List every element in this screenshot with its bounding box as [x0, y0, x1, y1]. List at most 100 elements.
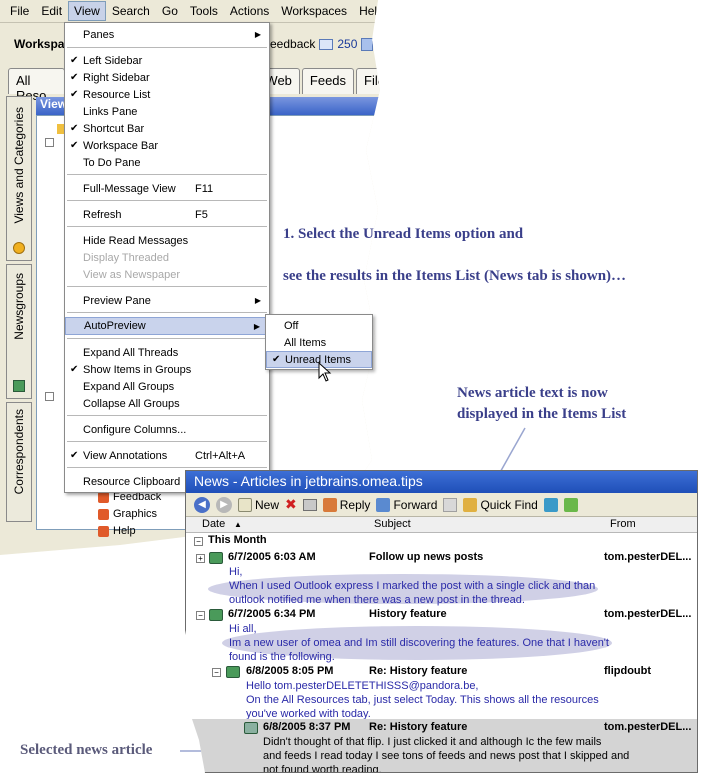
menu-view[interactable]: View [68, 1, 106, 21]
thread-expand-icon[interactable]: + [196, 554, 205, 563]
menu-item-refresh[interactable]: Refresh F5 [65, 206, 269, 223]
column-date[interactable]: Date [202, 518, 225, 530]
menu-item-left-sidebar[interactable]: ✔ Left Sidebar [65, 52, 269, 69]
tree-item-help[interactable]: Help [98, 525, 136, 537]
row-subject: Follow up news posts [369, 551, 484, 563]
tree-item-label: Graphics [113, 508, 158, 520]
submenu-item-off[interactable]: Off [266, 317, 372, 334]
tab-files[interactable]: File [356, 68, 380, 94]
menu-edit[interactable]: Edit [35, 1, 68, 21]
menu-item-expand-all-groups[interactable]: Expand All Groups [65, 378, 269, 395]
menu-item-display-threaded: Display Threaded [65, 249, 269, 266]
menu-help[interactable]: Help [353, 1, 380, 21]
button-label: Forward [393, 497, 438, 512]
menu-item-hide-read-messages[interactable]: Hide Read Messages [65, 232, 269, 249]
row-subject: Re: History feature [369, 665, 468, 677]
menu-item-view-as-newspaper: View as Newspaper [65, 266, 269, 283]
new-button[interactable]: New [238, 497, 279, 512]
submenu-item-all-items[interactable]: All Items [266, 334, 372, 351]
menu-item-right-sidebar[interactable]: ✔ Right Sidebar [65, 69, 269, 86]
tab-feeds[interactable]: Feeds [301, 68, 355, 94]
menu-item-autopreview[interactable]: AutoPreview ▶ [65, 317, 269, 335]
vtab-newsgroups[interactable]: Newsgroups [6, 264, 32, 399]
menu-item-resource-list[interactable]: ✔ Resource List [65, 86, 269, 103]
news-article-icon [209, 609, 223, 621]
menu-separator [67, 47, 267, 48]
menu-item-label: Right Sidebar [83, 71, 150, 84]
table-row-selected[interactable]: 6/8/2005 8:37 PM Re: History feature tom… [186, 719, 697, 772]
menu-search[interactable]: Search [106, 1, 156, 21]
news-panel-title: News - Articles in jetbrains.omea.tips [186, 471, 697, 493]
left-sidebar-tabs: Views and Categories Newsgroups Correspo… [6, 96, 32, 526]
menu-item-view-annotations[interactable]: ✔ View Annotations Ctrl+Alt+A [65, 447, 269, 464]
menu-go[interactable]: Go [156, 1, 184, 21]
menu-tools[interactable]: Tools [184, 1, 224, 21]
menu-item-full-message-view[interactable]: Full-Message View F11 [65, 180, 269, 197]
menu-item-label: Off [284, 319, 299, 332]
forward-button[interactable]: Forward [376, 497, 438, 512]
tab-all-resources[interactable]: All Reso [8, 68, 66, 103]
table-row[interactable]: − 6/8/2005 8:05 PM Re: History feature f… [186, 663, 697, 720]
thread-collapse-icon[interactable]: − [212, 668, 221, 677]
group-collapse-icon[interactable]: − [194, 537, 203, 546]
menu-item-label: Show Items in Groups [83, 363, 192, 376]
table-row[interactable]: + 6/7/2005 6:03 AM Follow up news posts … [186, 549, 697, 606]
tree-expander-icon[interactable] [45, 138, 54, 147]
workspace-label[interactable]: Workspac [14, 37, 71, 51]
menu-item-links-pane[interactable]: Links Pane [65, 103, 269, 120]
tree-expander-icon[interactable] [45, 392, 54, 401]
menu-item-workspace-bar[interactable]: ✔ Workspace Bar [65, 137, 269, 154]
unread-count[interactable]: 250 [337, 37, 357, 51]
reply-button[interactable]: Reply [322, 497, 371, 512]
menu-item-label: Hide Read Messages [83, 234, 189, 247]
sync-icon[interactable] [543, 497, 558, 512]
menu-workspaces[interactable]: Workspaces [275, 1, 353, 21]
menu-item-shortcut: F5 [195, 208, 208, 221]
vtab-correspondents[interactable]: Correspondents [6, 402, 32, 522]
menu-item-panes[interactable]: Panes ▶ [65, 26, 269, 43]
annotate-icon[interactable] [443, 497, 458, 512]
delete-icon[interactable]: ✖ [285, 496, 297, 513]
back-icon[interactable]: ◀ [194, 496, 210, 513]
column-from[interactable]: From [610, 518, 636, 530]
menu-item-configure-columns[interactable]: Configure Columns... [65, 421, 269, 438]
row-date: 6/8/2005 8:37 PM [263, 721, 351, 733]
menu-item-preview-pane[interactable]: Preview Pane ▶ [65, 292, 269, 309]
row-subject: History feature [369, 608, 447, 620]
menu-item-collapse-all-groups[interactable]: Collapse All Groups [65, 395, 269, 412]
newsgroup-icon[interactable] [563, 497, 578, 512]
menu-item-label: Collapse All Groups [83, 397, 180, 410]
news-icon [361, 37, 374, 51]
tree-item-graphics[interactable]: Graphics [98, 508, 157, 520]
menu-item-label: Panes [83, 28, 115, 41]
news-count[interactable]: 15 [377, 37, 380, 51]
checkmark-icon: ✔ [272, 354, 281, 365]
column-subject[interactable]: Subject [374, 518, 411, 530]
quick-find-button[interactable]: Quick Find [463, 497, 538, 512]
menu-item-to-do-pane[interactable]: To Do Pane [65, 154, 269, 171]
newsgroups-icon [13, 380, 25, 392]
row-subject: Re: History feature [369, 721, 468, 733]
print-icon[interactable] [302, 498, 317, 511]
menu-item-expand-all-threads[interactable]: Expand All Threads [65, 344, 269, 361]
menu-item-label: Left Sidebar [83, 54, 143, 67]
menu-item-shortcut-bar[interactable]: ✔ Shortcut Bar [65, 120, 269, 137]
menu-item-show-items-in-groups[interactable]: ✔ Show Items in Groups [65, 361, 269, 378]
menubar: File Edit View Search Go Tools Actions W… [0, 0, 380, 23]
menu-file[interactable]: File [4, 1, 35, 21]
row-preview-line: found is the following. [229, 651, 335, 663]
menu-actions[interactable]: Actions [224, 1, 275, 21]
checkmark-icon: ✔ [70, 89, 79, 100]
menu-item-label: Display Threaded [83, 251, 170, 264]
menu-item-label: To Do Pane [83, 156, 141, 169]
forward-nav-icon[interactable]: ▶ [216, 496, 232, 513]
vtab-views-and-categories[interactable]: Views and Categories [6, 96, 32, 261]
submenu-arrow-icon: ▶ [253, 321, 260, 331]
thread-collapse-icon[interactable]: − [196, 611, 205, 620]
button-label: Reply [339, 497, 371, 512]
table-row[interactable]: − 6/7/2005 6:34 PM History feature tom.p… [186, 606, 697, 663]
row-preview-line: Didn't thought of that flip. I just clic… [263, 736, 602, 748]
annotation-news-note-line1: News article text is now [457, 385, 608, 401]
group-header-this-month[interactable]: This Month [208, 534, 267, 546]
feedback-label[interactable]: eedback [270, 37, 315, 51]
